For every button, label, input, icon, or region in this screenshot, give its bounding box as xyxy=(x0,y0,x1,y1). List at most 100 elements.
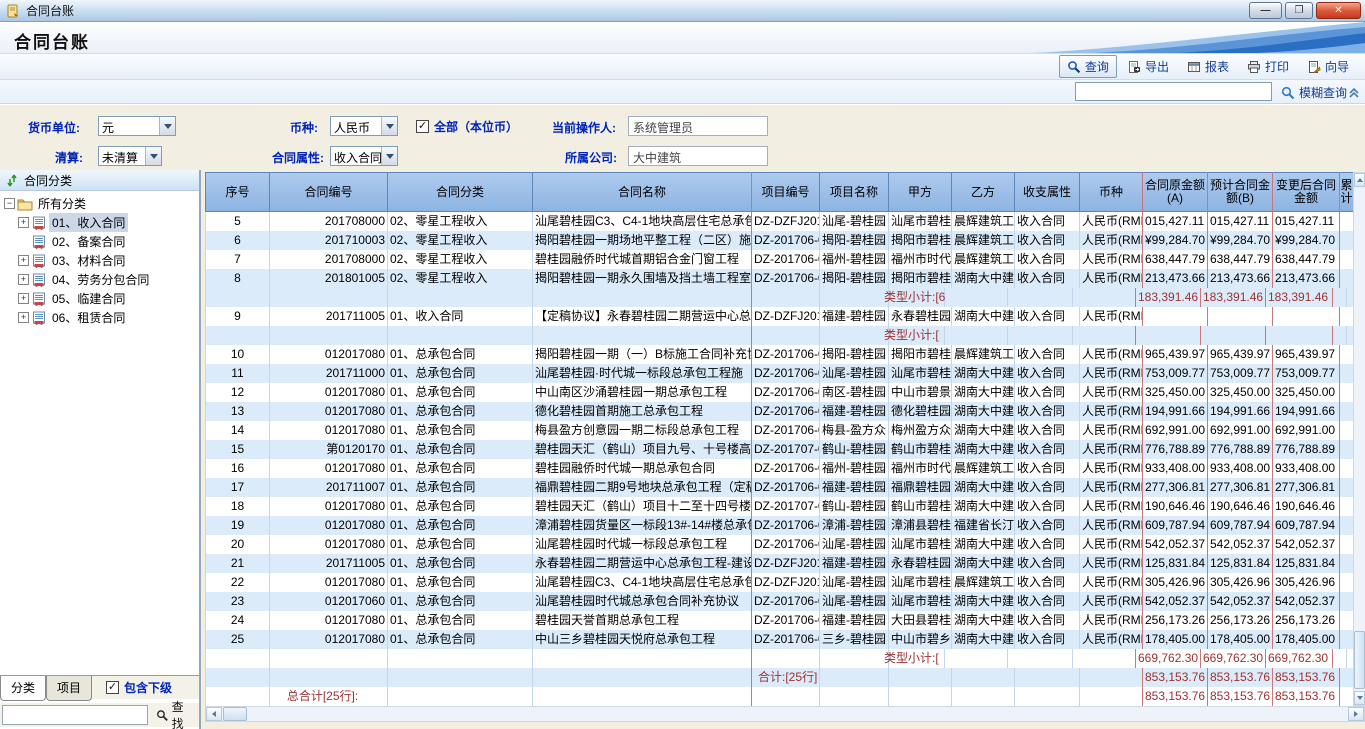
horizontal-scrollbar[interactable] xyxy=(205,706,1365,722)
cell-amt_a: 542,052.37 xyxy=(1143,592,1208,611)
report-button[interactable]: 报表 xyxy=(1179,55,1237,78)
fuzzy-query-bar: 模糊查询 xyxy=(0,80,1365,104)
column-header-pname[interactable]: 项目名称 xyxy=(820,172,889,212)
collapse-chevron-icon[interactable] xyxy=(1347,85,1361,99)
all-base-currency-checkbox[interactable]: ✓ 全部（本位币） xyxy=(416,118,518,135)
wizard-button[interactable]: 向导 xyxy=(1299,55,1357,78)
cell-currency: 人民币(RMB xyxy=(1080,554,1143,573)
currency-unit-select[interactable]: 元 xyxy=(98,116,176,136)
fuzzy-query-button[interactable]: 模糊查询 xyxy=(1281,84,1347,101)
currency-select[interactable]: 人民币 xyxy=(330,116,398,136)
print-button[interactable]: 打印 xyxy=(1239,55,1297,78)
subtotal-row: 类型小计:[669,762.30669,762.30669,762.30 xyxy=(205,649,1354,668)
column-header-pno[interactable]: 项目编号 xyxy=(752,172,820,212)
query-button[interactable]: 查询 xyxy=(1059,55,1117,78)
column-header-amt_b[interactable]: 预计合同金额(B) xyxy=(1208,172,1273,212)
window-titlebar: 合同台账 — ❐ ✕ xyxy=(0,0,1365,22)
expand-box-icon[interactable]: + xyxy=(18,274,29,285)
table-row[interactable]: 1120171100001、总承包合同汕尾碧桂园·时代城一标段总承包工程施DZ-… xyxy=(205,364,1354,383)
tree-find-button[interactable]: 查找 xyxy=(152,696,199,729)
expand-box-icon[interactable]: + xyxy=(18,217,29,228)
vertical-scroll-thumb[interactable] xyxy=(1354,631,1365,689)
table-row[interactable]: 15第012017001、总承包合同碧桂园天汇（鹤山）项目九号、十号楼高DZ-2… xyxy=(205,440,1354,459)
fuzzy-search-input[interactable] xyxy=(1075,82,1272,101)
table-row[interactable]: 2201201708001、总承包合同汕尾碧桂园C3、C4-1地块高层住宅总承包… xyxy=(205,573,1354,592)
scroll-left-arrow[interactable] xyxy=(206,707,222,721)
column-header-attr[interactable]: 收支属性 xyxy=(1015,172,1080,212)
sidebar-item-1[interactable]: +01、收入合同 xyxy=(0,213,199,232)
horizontal-scroll-thumb[interactable] xyxy=(223,707,247,721)
checkbox-icon[interactable]: ✓ xyxy=(106,681,119,694)
column-header-party_a[interactable]: 甲方 xyxy=(889,172,952,212)
column-header-amt_c[interactable]: 变更后合同金额 xyxy=(1273,172,1340,212)
table-row[interactable]: 1401201708001、总承包合同梅县盈方创意园一期二标段总承包工程DZ-2… xyxy=(205,421,1354,440)
table-row[interactable]: 1601201708001、总承包合同碧桂园融侨时代城一期总承包合同DZ-201… xyxy=(205,459,1354,478)
table-row[interactable]: 520170800002、零星工程收入汕尾碧桂园C3、C4-1地块高层住宅总承包… xyxy=(205,212,1354,231)
checkbox-icon[interactable]: ✓ xyxy=(416,120,429,133)
cell-amt_a: ¥99,284.70 xyxy=(1143,231,1208,250)
table-row[interactable]: 2001201708001、总承包合同汕尾碧桂园时代城一标段总承包工程DZ-20… xyxy=(205,535,1354,554)
expand-box-icon[interactable]: + xyxy=(18,255,29,266)
sidebar-item-3[interactable]: +03、材料合同 xyxy=(0,251,199,270)
table-row[interactable]: 720170800002、零星工程收入碧桂园融侨时代城首期铝合金门窗工程DZ-2… xyxy=(205,250,1354,269)
expand-box-icon[interactable]: + xyxy=(18,293,29,304)
table-row[interactable]: 620171000302、零星工程收入揭阳碧桂园一期场地平整工程（二区）施DZ-… xyxy=(205,231,1354,250)
collapse-box-icon[interactable]: − xyxy=(4,198,15,209)
table-row[interactable]: 1901201708001、总承包合同漳浦碧桂园货量区一标段13#-14#楼总承… xyxy=(205,516,1354,535)
table-row[interactable]: 920171100501、收入合同【定稿协议】永春碧桂园二期营运中心总DZ-DZ… xyxy=(205,307,1354,326)
tree-find-input[interactable] xyxy=(2,705,148,725)
dropdown-arrow-icon[interactable] xyxy=(145,147,161,165)
cell-amt_c: 256,173.26 xyxy=(1273,611,1340,630)
ledger-icon xyxy=(31,254,47,268)
column-header-name[interactable]: 合同名称 xyxy=(533,172,752,212)
sidebar-item-5[interactable]: +05、临建合同 xyxy=(0,289,199,308)
settle-select[interactable]: 未清算 xyxy=(98,146,162,166)
table-row[interactable]: 2401201708001、总承包合同碧桂园天誉首期总承包工程DZ-201706… xyxy=(205,611,1354,630)
table-row[interactable]: 1801201708001、总承包合同碧桂园天汇（鹤山）项目十二至十四号楼DZ-… xyxy=(205,497,1354,516)
vertical-scrollbar[interactable] xyxy=(1353,172,1365,706)
table-row[interactable]: 820180100502、零星工程收入揭阳碧桂园一期永久围墙及挡土墙工程室DZ-… xyxy=(205,269,1354,288)
export-button[interactable]: 导出 xyxy=(1119,55,1177,78)
sidebar-header-label: 合同分类 xyxy=(24,172,72,189)
scroll-down-arrow[interactable] xyxy=(1354,691,1365,705)
dropdown-arrow-icon[interactable] xyxy=(381,147,397,165)
minimize-button[interactable]: — xyxy=(1249,2,1282,19)
expand-box-icon[interactable]: + xyxy=(18,312,29,323)
cell-party_a xyxy=(889,668,952,687)
cell-name: 碧桂园融侨时代城一期总承包合同 xyxy=(533,459,752,478)
sidebar-item-2[interactable]: 02、备案合同 xyxy=(0,232,199,251)
dropdown-arrow-icon[interactable] xyxy=(381,117,397,135)
tab-project[interactable]: 项目 xyxy=(46,676,92,701)
refresh-icon[interactable] xyxy=(6,174,18,187)
column-header-currency[interactable]: 币种 xyxy=(1080,172,1143,212)
cell-amt_a: 933,408.00 xyxy=(1143,459,1208,478)
scroll-right-arrow[interactable] xyxy=(1348,707,1364,721)
sidebar-item-6[interactable]: +06、租赁合同 xyxy=(0,308,199,327)
column-header-party_b[interactable]: 乙方 xyxy=(952,172,1015,212)
close-button[interactable]: ✕ xyxy=(1316,2,1361,19)
sidebar-item-4[interactable]: +04、劳务分包合同 xyxy=(0,270,199,289)
table-row[interactable]: 1301201708001、总承包合同德化碧桂园首期施工总承包工程DZ-2017… xyxy=(205,402,1354,421)
column-header-amt_sum[interactable]: 累计 xyxy=(1340,172,1354,212)
column-header-cls[interactable]: 合同分类 xyxy=(388,172,533,212)
column-header-no[interactable]: 合同编号 xyxy=(270,172,388,212)
tab-category[interactable]: 分类 xyxy=(0,676,46,701)
scroll-up-arrow[interactable] xyxy=(1354,173,1365,187)
restore-button[interactable]: ❐ xyxy=(1285,2,1313,19)
column-header-amt_a[interactable]: 合同原金额(A) xyxy=(1143,172,1208,212)
include-sub-checkbox[interactable]: ✓ 包含下级 xyxy=(106,679,172,696)
table-row[interactable]: 2120171100501、总承包合同永春碧桂园二期营运中心总承包工程-建设DZ… xyxy=(205,554,1354,573)
cell-cls: 02、零星工程收入 xyxy=(388,250,533,269)
cell-no: 012017080 xyxy=(270,630,388,649)
dropdown-arrow-icon[interactable] xyxy=(159,117,175,135)
contract-attr-select[interactable]: 收入合同 xyxy=(330,146,398,166)
table-row[interactable]: 1720171100701、总承包合同福鼎碧桂园二期9号地块总承包工程（定稿DZ… xyxy=(205,478,1354,497)
table-row[interactable]: 2301201706001、总承包合同汕尾碧桂园时代城总承包合同补充协议DZ-2… xyxy=(205,592,1354,611)
tree-root-all-categories[interactable]: −所有分类 xyxy=(0,194,199,213)
cell-amt_sum xyxy=(1340,212,1354,231)
cell-amt_sum xyxy=(1340,421,1354,440)
table-row[interactable]: 1201201708001、总承包合同中山南区沙涌碧桂园一期总承包工程DZ-20… xyxy=(205,383,1354,402)
column-header-seq[interactable]: 序号 xyxy=(205,172,270,212)
table-row[interactable]: 1001201708001、总承包合同揭阳碧桂园一期（一）B标施工合同补充协DZ… xyxy=(205,345,1354,364)
table-row[interactable]: 2501201708001、总承包合同中山三乡碧桂园天悦府总承包工程DZ-201… xyxy=(205,630,1354,649)
